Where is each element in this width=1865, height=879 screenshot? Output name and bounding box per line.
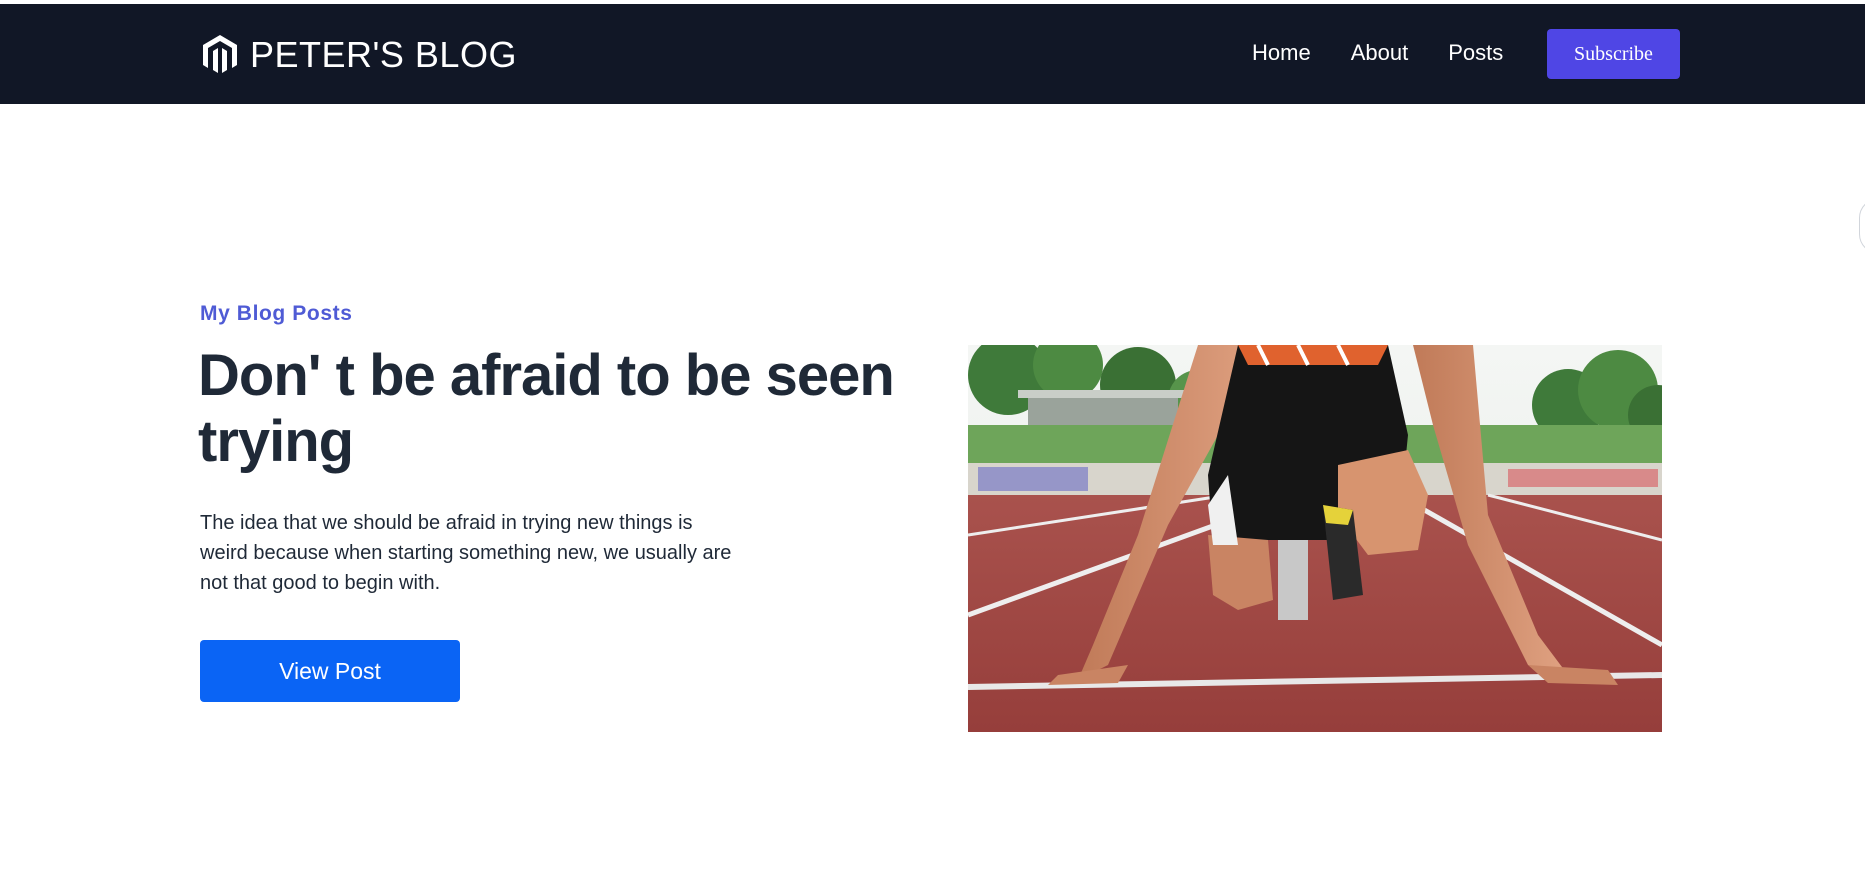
nav-link-about[interactable]: About bbox=[1351, 40, 1409, 66]
sprinter-photo-icon bbox=[968, 345, 1662, 732]
view-post-button[interactable]: View Post bbox=[200, 640, 460, 702]
post-excerpt: The idea that we should be afraid in try… bbox=[200, 512, 732, 594]
nav-link-posts[interactable]: Posts bbox=[1448, 40, 1503, 66]
edge-scroll-button[interactable] bbox=[1859, 198, 1865, 254]
subscribe-button[interactable]: Subscribe bbox=[1547, 29, 1680, 79]
section-eyebrow: My Blog Posts bbox=[200, 302, 353, 325]
hexagon-logo-icon bbox=[203, 35, 237, 73]
brand-name: PETER'S BLOG bbox=[250, 34, 517, 75]
navbar: PETER'S BLOG Home About Posts Subscribe bbox=[0, 4, 1865, 104]
post-headline: Don' t be afraid to be seen trying bbox=[198, 343, 895, 474]
brand[interactable]: PETER'S BLOG bbox=[200, 32, 517, 78]
main-nav: Home About Posts bbox=[1252, 40, 1543, 66]
hero-image bbox=[968, 345, 1662, 732]
nav-link-home[interactable]: Home bbox=[1252, 40, 1311, 66]
